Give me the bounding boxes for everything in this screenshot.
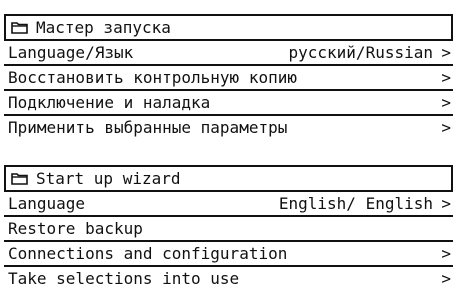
menu-item-restore-backup[interactable]: Восстановить контрольную копию > <box>4 66 453 89</box>
menu-item-language[interactable]: Language English/ English > <box>4 192 453 215</box>
panel-header: Мастер запуска <box>4 14 453 39</box>
menu-item-label: Restore backup <box>8 219 143 238</box>
panel-title: Start up wizard <box>36 169 181 188</box>
chevron-right-icon: > <box>441 93 451 112</box>
folder-icon <box>11 22 28 34</box>
startup-wizard-panel-ru: Мастер запуска Language/Язык русский/Rus… <box>4 14 453 139</box>
chevron-right-icon: > <box>441 194 451 213</box>
menu-item-language[interactable]: Language/Язык русский/Russian > <box>4 41 453 64</box>
menu-item-label: Take selections into use <box>8 269 240 288</box>
menu-item-label: Применить выбранные параметры <box>8 118 288 137</box>
panel-title: Мастер запуска <box>36 18 171 37</box>
menu-list: Language/Язык русский/Russian > Восстано… <box>4 39 453 139</box>
menu-item-value: русский/Russian <box>288 43 434 62</box>
menu-item-connections[interactable]: Connections and configuration > <box>4 242 453 265</box>
menu-item-connections[interactable]: Подключение и наладка > <box>4 91 453 114</box>
chevron-right-icon: > <box>441 68 451 87</box>
chevron-right-icon: > <box>441 269 451 288</box>
startup-wizard-panel-en: Start up wizard Language English/ Englis… <box>4 165 453 290</box>
chevron-right-icon: > <box>441 244 451 263</box>
chevron-right-icon: > <box>441 118 451 137</box>
menu-item-restore-backup[interactable]: Restore backup <box>4 217 453 240</box>
panel-header: Start up wizard <box>4 165 453 190</box>
menu-item-value: English/ English <box>278 194 433 213</box>
menu-item-label: Language/Язык <box>8 43 134 62</box>
menu-item-apply-selections[interactable]: Take selections into use > <box>4 267 453 290</box>
menu-item-apply-selections[interactable]: Применить выбранные параметры > <box>4 116 453 139</box>
chevron-right-icon: > <box>441 43 451 62</box>
menu-item-label: Connections and configuration <box>8 244 288 263</box>
menu-item-label: Language <box>8 194 86 213</box>
menu-list: Language English/ English > Restore back… <box>4 190 453 290</box>
menu-item-label: Восстановить контрольную копию <box>8 68 297 87</box>
folder-icon <box>11 173 28 185</box>
menu-item-label: Подключение и наладка <box>8 93 211 112</box>
